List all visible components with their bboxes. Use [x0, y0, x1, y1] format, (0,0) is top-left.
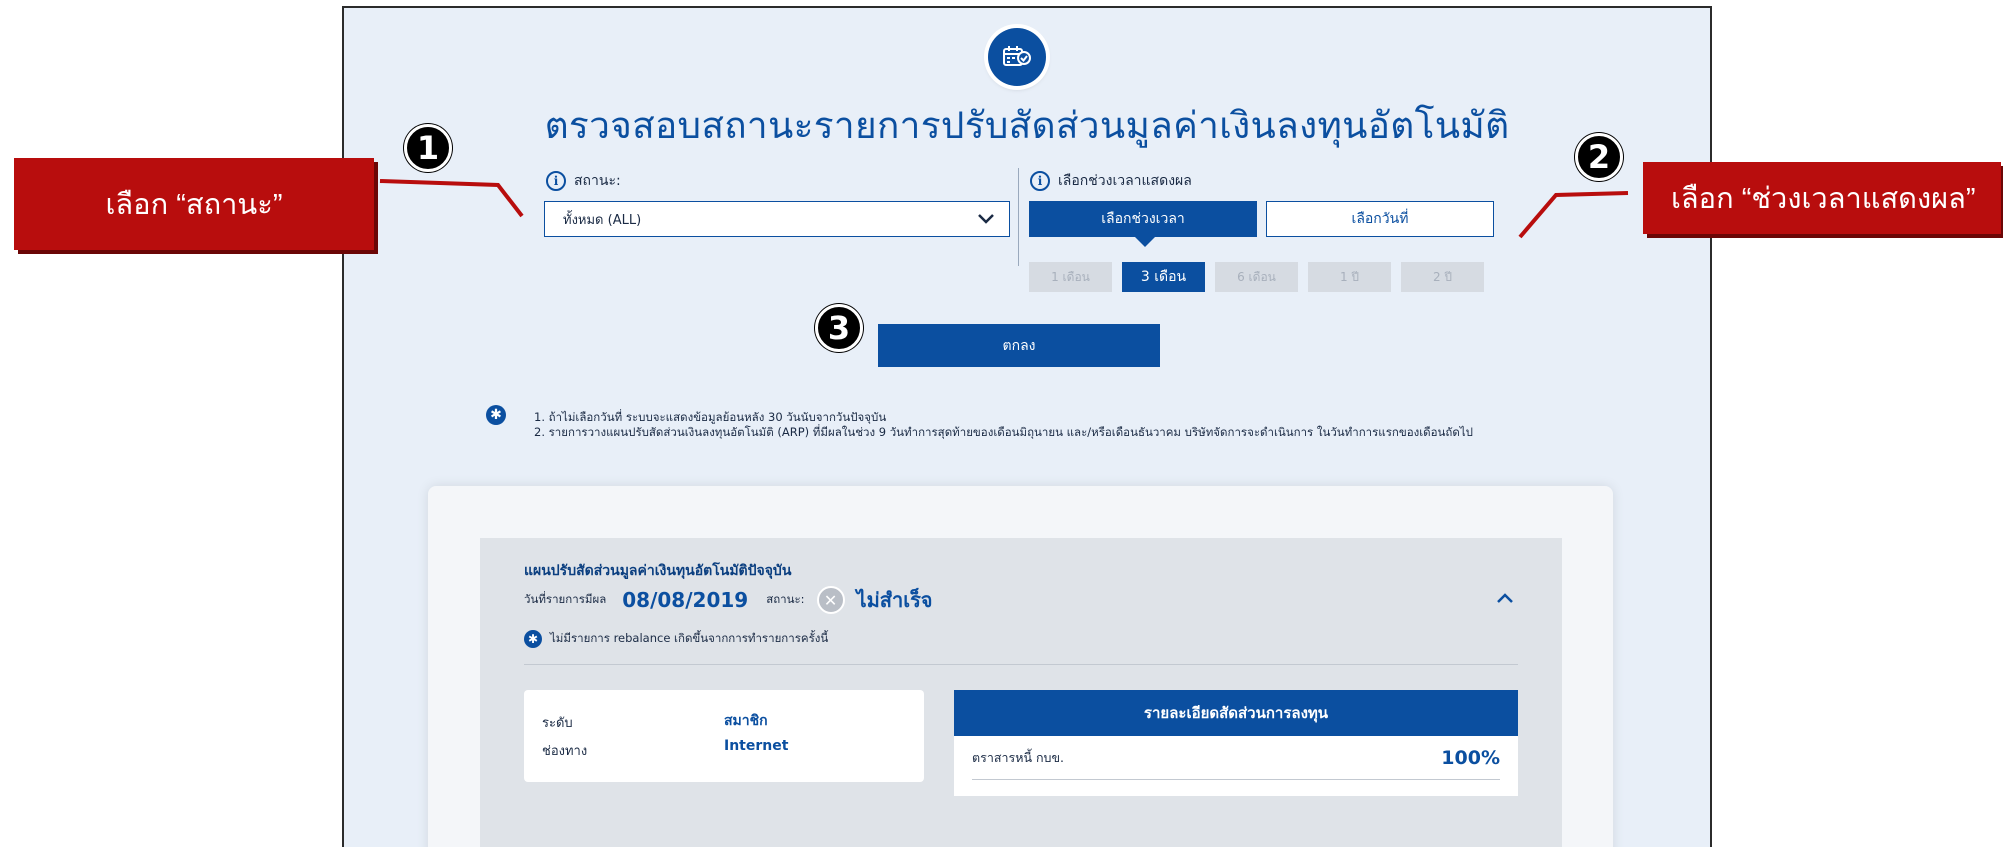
effective-date-row: วันที่รายการมีผล 08/08/2019 สถานะ: ✕ ไม่… — [524, 584, 933, 616]
info-icon[interactable]: i — [546, 171, 566, 191]
info-icon[interactable]: i — [1030, 171, 1050, 191]
page-title: ตรวจสอบสถานะรายการปรับสัดส่วนมูลค่าเงินล… — [544, 104, 1510, 147]
level-value: สมาชิก — [724, 713, 768, 729]
asterisk-icon: ✱ — [524, 630, 542, 648]
level-label: ระดับ — [542, 716, 573, 731]
status-select[interactable]: ทั้งหมด (ALL) — [544, 201, 1010, 237]
member-info-box: ระดับ สมาชิก ช่องทาง Internet — [524, 690, 924, 782]
chevron-down-icon — [978, 214, 994, 224]
period-label-text: เลือกช่วงเวลาแสดงผล — [1058, 173, 1192, 189]
detail-item-percent: 100% — [1441, 746, 1500, 769]
effective-date-label: วันที่รายการมีผล — [524, 592, 607, 606]
step-badge-2: 2 — [1575, 133, 1623, 181]
asterisk-icon: ✱ — [486, 405, 506, 425]
period-1-month[interactable]: 1 เดือน — [1029, 262, 1112, 292]
screenshot-frame: ตรวจสอบสถานะรายการปรับสัดส่วนมูลค่าเงินล… — [342, 6, 1712, 847]
chevron-up-icon[interactable] — [1492, 588, 1518, 608]
period-3-months[interactable]: 3 เดือน — [1122, 262, 1205, 292]
status-label-text: สถานะ: — [574, 173, 621, 189]
calendar-check-icon — [988, 28, 1046, 86]
detail-item-label: ตราสารหนี้ กบข. — [972, 749, 1064, 765]
callout-select-status: เลือก “สถานะ” — [14, 158, 374, 250]
rebalance-plan-panel: แผนปรับสัดส่วนมูลค่าเงินทุนอัตโนมัติปัจจ… — [480, 538, 1562, 847]
panel-divider — [524, 664, 1518, 665]
period-6-months[interactable]: 6 เดือน — [1215, 262, 1298, 292]
period-field-label: i เลือกช่วงเวลาแสดงผล — [1030, 170, 1192, 192]
note-item: 1. ถ้าไม่เลือกวันที่ ระบบจะแสดงข้อมูลย้อ… — [534, 410, 887, 424]
callout-select-period: เลือก “ช่วงเวลาแสดงผล” — [1643, 162, 2001, 234]
tab-select-date[interactable]: เลือกวันที่ — [1266, 201, 1494, 237]
detail-row: ตราสารหนี้ กบข. 100% — [972, 736, 1500, 780]
tab-select-period[interactable]: เลือกช่วงเวลา — [1029, 201, 1257, 247]
panel-title: แผนปรับสัดส่วนมูลค่าเงินทุนอัตโนมัติปัจจ… — [524, 563, 792, 579]
status-select-value: ทั้งหมด (ALL) — [563, 212, 642, 228]
note-item: 2. รายการวางแผนปรับสัดส่วนเงินลงทุนอัตโน… — [534, 425, 1473, 439]
rebalance-note: ✱ ไม่มีรายการ rebalance เกิดขึ้นจากการทำ… — [524, 630, 828, 648]
effective-date-value: 08/08/2019 — [622, 588, 749, 612]
vertical-divider — [1018, 168, 1019, 266]
detail-header: รายละเอียดสัดส่วนการลงทุน — [954, 690, 1518, 736]
period-2-years[interactable]: 2 ปี — [1401, 262, 1484, 292]
status-field-label: i สถานะ: — [546, 170, 621, 192]
notes-list: 1. ถ้าไม่เลือกวันที่ ระบบจะแสดงข้อมูลย้อ… — [534, 410, 1564, 440]
channel-value: Internet — [724, 738, 789, 754]
period-1-year[interactable]: 1 ปี — [1308, 262, 1391, 292]
step-badge-1: 1 — [404, 124, 452, 172]
result-status-label: สถานะ: — [766, 592, 805, 606]
result-card: แผนปรับสัดส่วนมูลค่าเงินทุนอัตโนมัติปัจจ… — [428, 486, 1613, 847]
channel-label: ช่องทาง — [542, 744, 588, 759]
ok-button[interactable]: ตกลง — [878, 324, 1160, 367]
failed-x-icon: ✕ — [816, 586, 845, 614]
result-status-text: ไม่สำเร็จ — [856, 588, 933, 612]
step-badge-3: 3 — [815, 304, 863, 352]
rebalance-note-text: ไม่มีรายการ rebalance เกิดขึ้นจากการทำรา… — [550, 631, 829, 645]
investment-detail-box: รายละเอียดสัดส่วนการลงทุน ตราสารหนี้ กบข… — [954, 690, 1518, 796]
